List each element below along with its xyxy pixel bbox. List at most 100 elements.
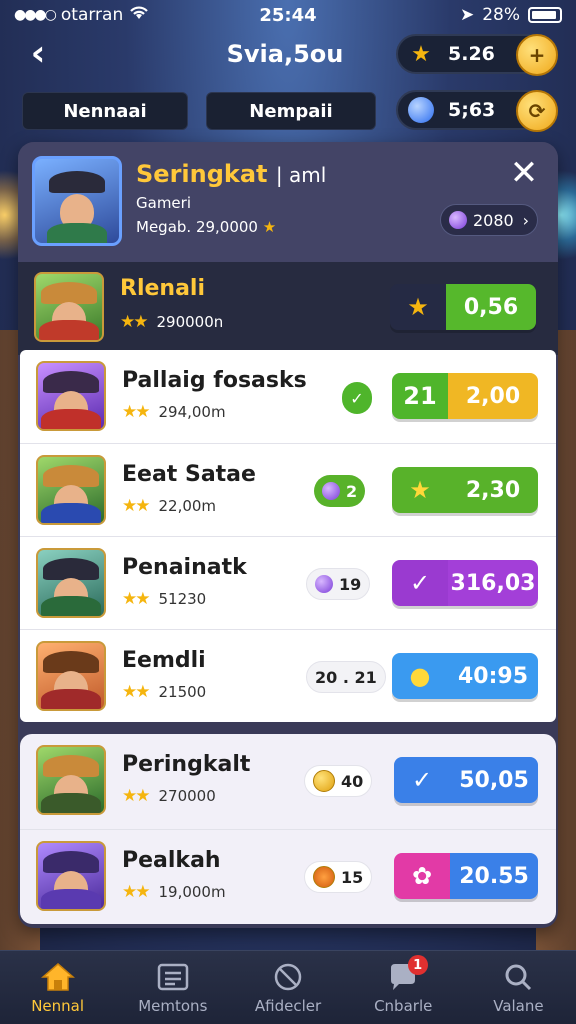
bottom-nav: Nennal Memtons Afidecler 1 Cnbarle Valan…	[0, 950, 576, 1024]
row-btn-icon: ✿	[394, 853, 450, 899]
row-title: Pealkah	[122, 848, 221, 873]
home-icon	[40, 961, 76, 993]
list-item[interactable]: Eemdli ★★ 21500 20 . 21 ● 40:95	[20, 629, 556, 722]
row-chip: 15	[304, 861, 373, 893]
blue-gem-icon	[408, 97, 434, 123]
row-title: Pallaig fosasks	[122, 368, 307, 393]
rating-stars-icon: ★★	[122, 496, 151, 516]
purple-gem-icon	[322, 482, 340, 500]
player-avatar[interactable]	[32, 156, 122, 246]
featured-row: Rlenali ★★ 290000n ★ 0,56	[18, 262, 558, 355]
row-sub: ★★ 270000	[122, 786, 216, 806]
list-item[interactable]: Pallaig fosasks ★★ 294,00m ✓ 21 2,00	[20, 350, 556, 443]
check-badge-icon: ✓	[342, 382, 372, 414]
gold-currency-pill: ★ 5.26 +	[396, 34, 558, 76]
list-item[interactable]: Eeat Satae ★★ 22,00m 2 ★ 2,30	[20, 443, 556, 536]
row-chip: 19	[306, 568, 371, 600]
rating-stars-icon: ★★	[122, 786, 151, 806]
row-buy-button[interactable]: ✓ 50,05	[394, 757, 538, 803]
nav-list[interactable]: Memtons	[115, 951, 230, 1024]
coin-icon	[313, 866, 335, 888]
target-icon	[270, 961, 306, 993]
tab-nempaii[interactable]: Nempaii	[206, 92, 376, 130]
nav-chat[interactable]: 1 Cnbarle	[346, 951, 461, 1024]
player-name: Seringkat | aml	[136, 160, 327, 188]
list-item[interactable]: Pealkah ★★ 19,000m 15 ✿ 20.55	[20, 829, 556, 922]
row-chip: 20 . 21	[306, 661, 386, 693]
featured-title: Rlenali	[120, 276, 205, 301]
row-sub: ★★ 21500	[122, 682, 207, 702]
leaderboard-list: Pallaig fosasks ★★ 294,00m ✓ 21 2,00 Eeat…	[20, 350, 556, 722]
gold-currency-value: 5.26	[448, 43, 495, 65]
page-title: Svia,5ou	[226, 40, 344, 68]
nav-label: Cnbarle	[374, 996, 433, 1015]
purple-gem-icon	[449, 211, 467, 229]
rating-stars-icon: ★★	[122, 589, 151, 609]
row-title: Eeat Satae	[122, 462, 256, 487]
close-icon[interactable]: ✕	[506, 156, 542, 192]
rating-stars-icon: ★★	[120, 312, 149, 332]
add-gold-button[interactable]: +	[516, 34, 558, 76]
coin-icon	[313, 770, 335, 792]
list-icon	[155, 961, 191, 993]
chevron-right-icon: ›	[522, 210, 529, 230]
star-icon: ★	[390, 284, 446, 330]
search-icon	[500, 961, 536, 993]
row-btn-price: 50,05	[450, 757, 538, 803]
nav-label: Nennal	[31, 996, 85, 1015]
row-buy-button[interactable]: ★ 2,30	[392, 467, 538, 513]
star-icon: ★	[262, 218, 277, 236]
leaderboard-panel: Seringkat | aml Gameri Megab. 29,0000 ★ …	[18, 142, 558, 928]
player-rank: Gameri	[136, 194, 191, 212]
row-sub: ★★ 22,00m	[122, 496, 217, 516]
rating-stars-icon: ★★	[122, 882, 151, 902]
player-meta: Megab. 29,0000 ★	[136, 218, 277, 236]
list-item[interactable]: Penainatk ★★ 51230 19 ✓ 316,03	[20, 536, 556, 629]
row-chip: 2	[314, 475, 366, 507]
row-title: Eemdli	[122, 648, 206, 673]
nav-badge: 1	[407, 955, 428, 975]
add-gem-button[interactable]: ⟳	[516, 90, 558, 132]
status-time: 25:44	[259, 4, 317, 26]
player-profile-card: Seringkat | aml Gameri Megab. 29,0000 ★ …	[18, 142, 558, 262]
row-chip: 40	[304, 765, 373, 797]
row-btn-price: 2,00	[448, 373, 538, 419]
nav-label: Valane	[493, 996, 544, 1015]
gold-star-icon: ★	[411, 41, 431, 67]
row-title: Penainatk	[122, 555, 247, 580]
row-btn-price: 20.55	[450, 853, 538, 899]
rating-stars-icon: ★★	[122, 682, 151, 702]
player-name-suffix: | aml	[275, 163, 327, 187]
player-gems-value: 2080	[473, 210, 514, 230]
gem-currency-pill: 5;63 ⟳	[396, 90, 558, 132]
featured-buy-button[interactable]: ★ 0,56	[390, 284, 536, 330]
player-gems-pill[interactable]: 2080 ›	[440, 204, 538, 236]
leaderboard-list-lower: Peringkalt ★★ 270000 40 ✓ 50,05 Pealkah ★…	[20, 734, 556, 924]
back-button[interactable]: ‹	[20, 36, 56, 72]
row-btn-count: 21	[392, 373, 448, 419]
featured-sub: ★★ 290000n	[120, 312, 224, 332]
nav-home[interactable]: Nennal	[0, 951, 115, 1024]
nav-target[interactable]: Afidecler	[230, 951, 345, 1024]
tab-nennaai[interactable]: Nennaai	[22, 92, 188, 130]
row-sub: ★★ 19,000m	[122, 882, 226, 902]
nav-label: Memtons	[138, 996, 208, 1015]
row-buy-button[interactable]: ● 40:95	[392, 653, 538, 699]
nav-search[interactable]: Valane	[461, 951, 576, 1024]
nav-label: Afidecler	[254, 996, 322, 1015]
row-buy-button[interactable]: 21 2,00	[392, 373, 538, 419]
purple-gem-icon	[315, 575, 333, 593]
list-item[interactable]: Peringkalt ★★ 270000 40 ✓ 50,05	[20, 734, 556, 827]
row-buy-button[interactable]: ✓ 316,03	[392, 560, 538, 606]
row-btn-icon: ✓	[394, 757, 450, 803]
row-buy-button[interactable]: ✿ 20.55	[394, 853, 538, 899]
rating-stars-icon: ★★	[122, 402, 151, 422]
battery-icon	[528, 7, 562, 23]
row-sub: ★★ 51230	[122, 589, 207, 609]
row-btn-icon: ★	[392, 467, 448, 513]
row-btn-icon: ●	[392, 653, 448, 699]
row-btn-price: 40:95	[448, 653, 538, 699]
row-btn-icon: ✓	[392, 560, 448, 606]
gem-currency-value: 5;63	[448, 99, 496, 121]
row-btn-price: 316,03	[448, 560, 538, 606]
